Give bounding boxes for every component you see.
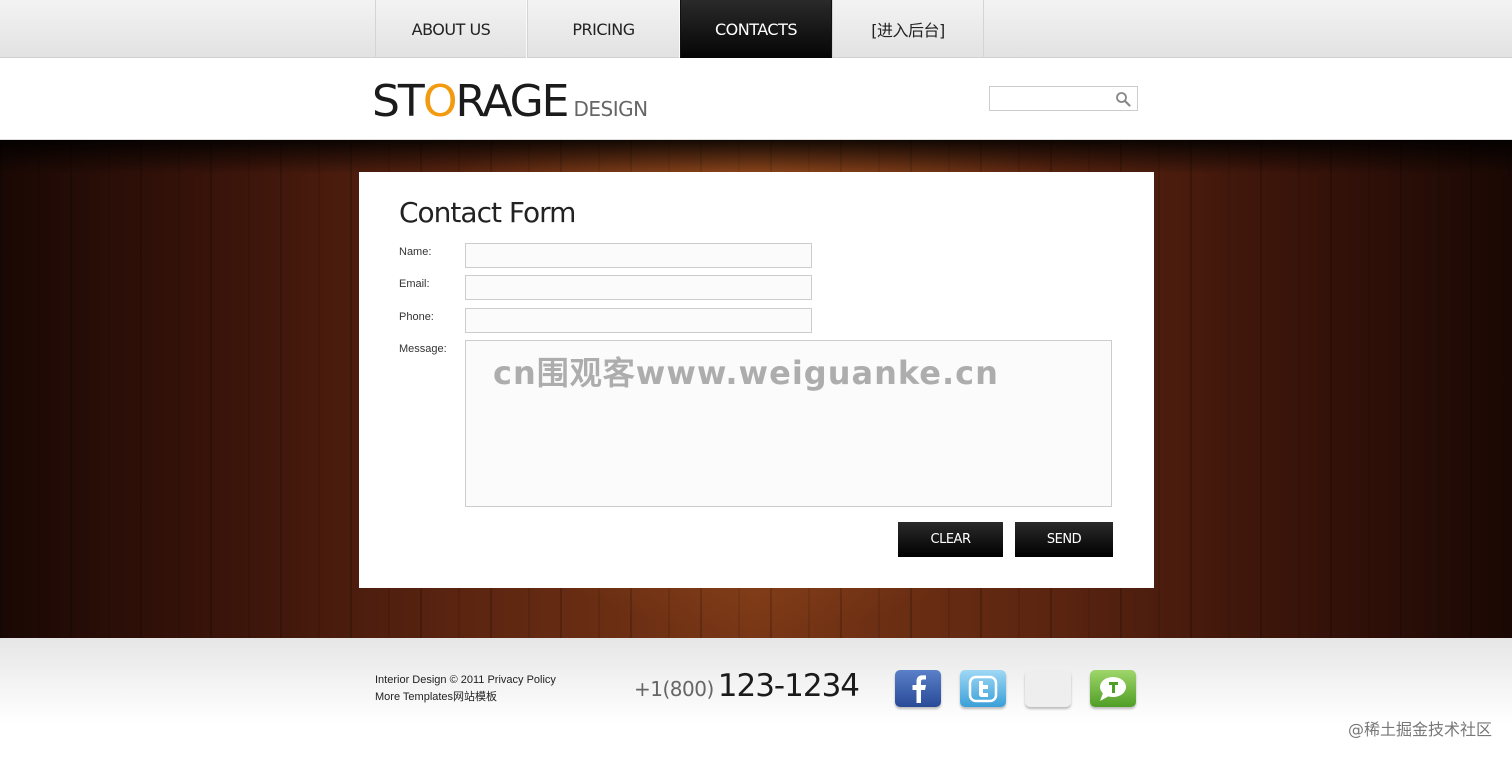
- more-templates-link[interactable]: More Templates网站模板: [375, 689, 556, 706]
- footer-text: Interior Design © 2011 Privacy Policy Mo…: [375, 672, 556, 706]
- send-button[interactable]: SEND: [1015, 522, 1113, 557]
- credit-watermark: @稀土掘金技术社区: [1347, 720, 1492, 739]
- logo-subtitle: DESIGN: [573, 97, 648, 121]
- search-icon[interactable]: [1115, 91, 1131, 107]
- message-label: Message:: [399, 343, 447, 355]
- header: STORAGE DESIGN: [0, 58, 1512, 140]
- top-navigation: ABOUT US PRICING CONTACTS [进入后台]: [0, 0, 1512, 58]
- nav-item-admin[interactable]: [进入后台]: [832, 0, 984, 58]
- phone-label: Phone:: [399, 311, 434, 323]
- name-field[interactable]: [465, 243, 812, 268]
- technorati-icon[interactable]: [1090, 670, 1136, 707]
- contact-form-panel: Contact Form Name: Email: Phone: Message…: [359, 172, 1154, 588]
- facebook-icon[interactable]: [895, 670, 941, 707]
- clear-button[interactable]: CLEAR: [898, 522, 1003, 557]
- delicious-icon[interactable]: [1025, 670, 1071, 707]
- social-links: [895, 670, 1136, 707]
- footer: Interior Design © 2011 Privacy Policy Mo…: [0, 638, 1512, 760]
- nav-menu: ABOUT US PRICING CONTACTS [进入后台]: [375, 0, 984, 58]
- phone-number: +1(800) 123-1234: [634, 668, 860, 704]
- watermark-text: cn围观客www.weiguanke.cn: [493, 354, 999, 392]
- form-title: Contact Form: [399, 196, 576, 229]
- copyright-line[interactable]: Interior Design © 2011 Privacy Policy: [375, 672, 556, 689]
- nav-item-pricing[interactable]: PRICING: [527, 0, 680, 58]
- search-box: [989, 86, 1138, 111]
- phone-area-code: +1(800): [634, 677, 714, 701]
- email-label: Email:: [399, 278, 430, 290]
- logo-text: STORAGE: [372, 76, 569, 127]
- name-label: Name:: [399, 246, 432, 258]
- twitter-icon[interactable]: [960, 670, 1006, 707]
- email-field[interactable]: [465, 275, 812, 300]
- logo[interactable]: STORAGE DESIGN: [372, 76, 648, 127]
- nav-item-about-us[interactable]: ABOUT US: [375, 0, 527, 58]
- phone-field[interactable]: [465, 308, 812, 333]
- search-input[interactable]: [990, 87, 1110, 110]
- nav-item-contacts[interactable]: CONTACTS: [680, 0, 832, 58]
- phone-main-number: 123-1234: [717, 668, 860, 704]
